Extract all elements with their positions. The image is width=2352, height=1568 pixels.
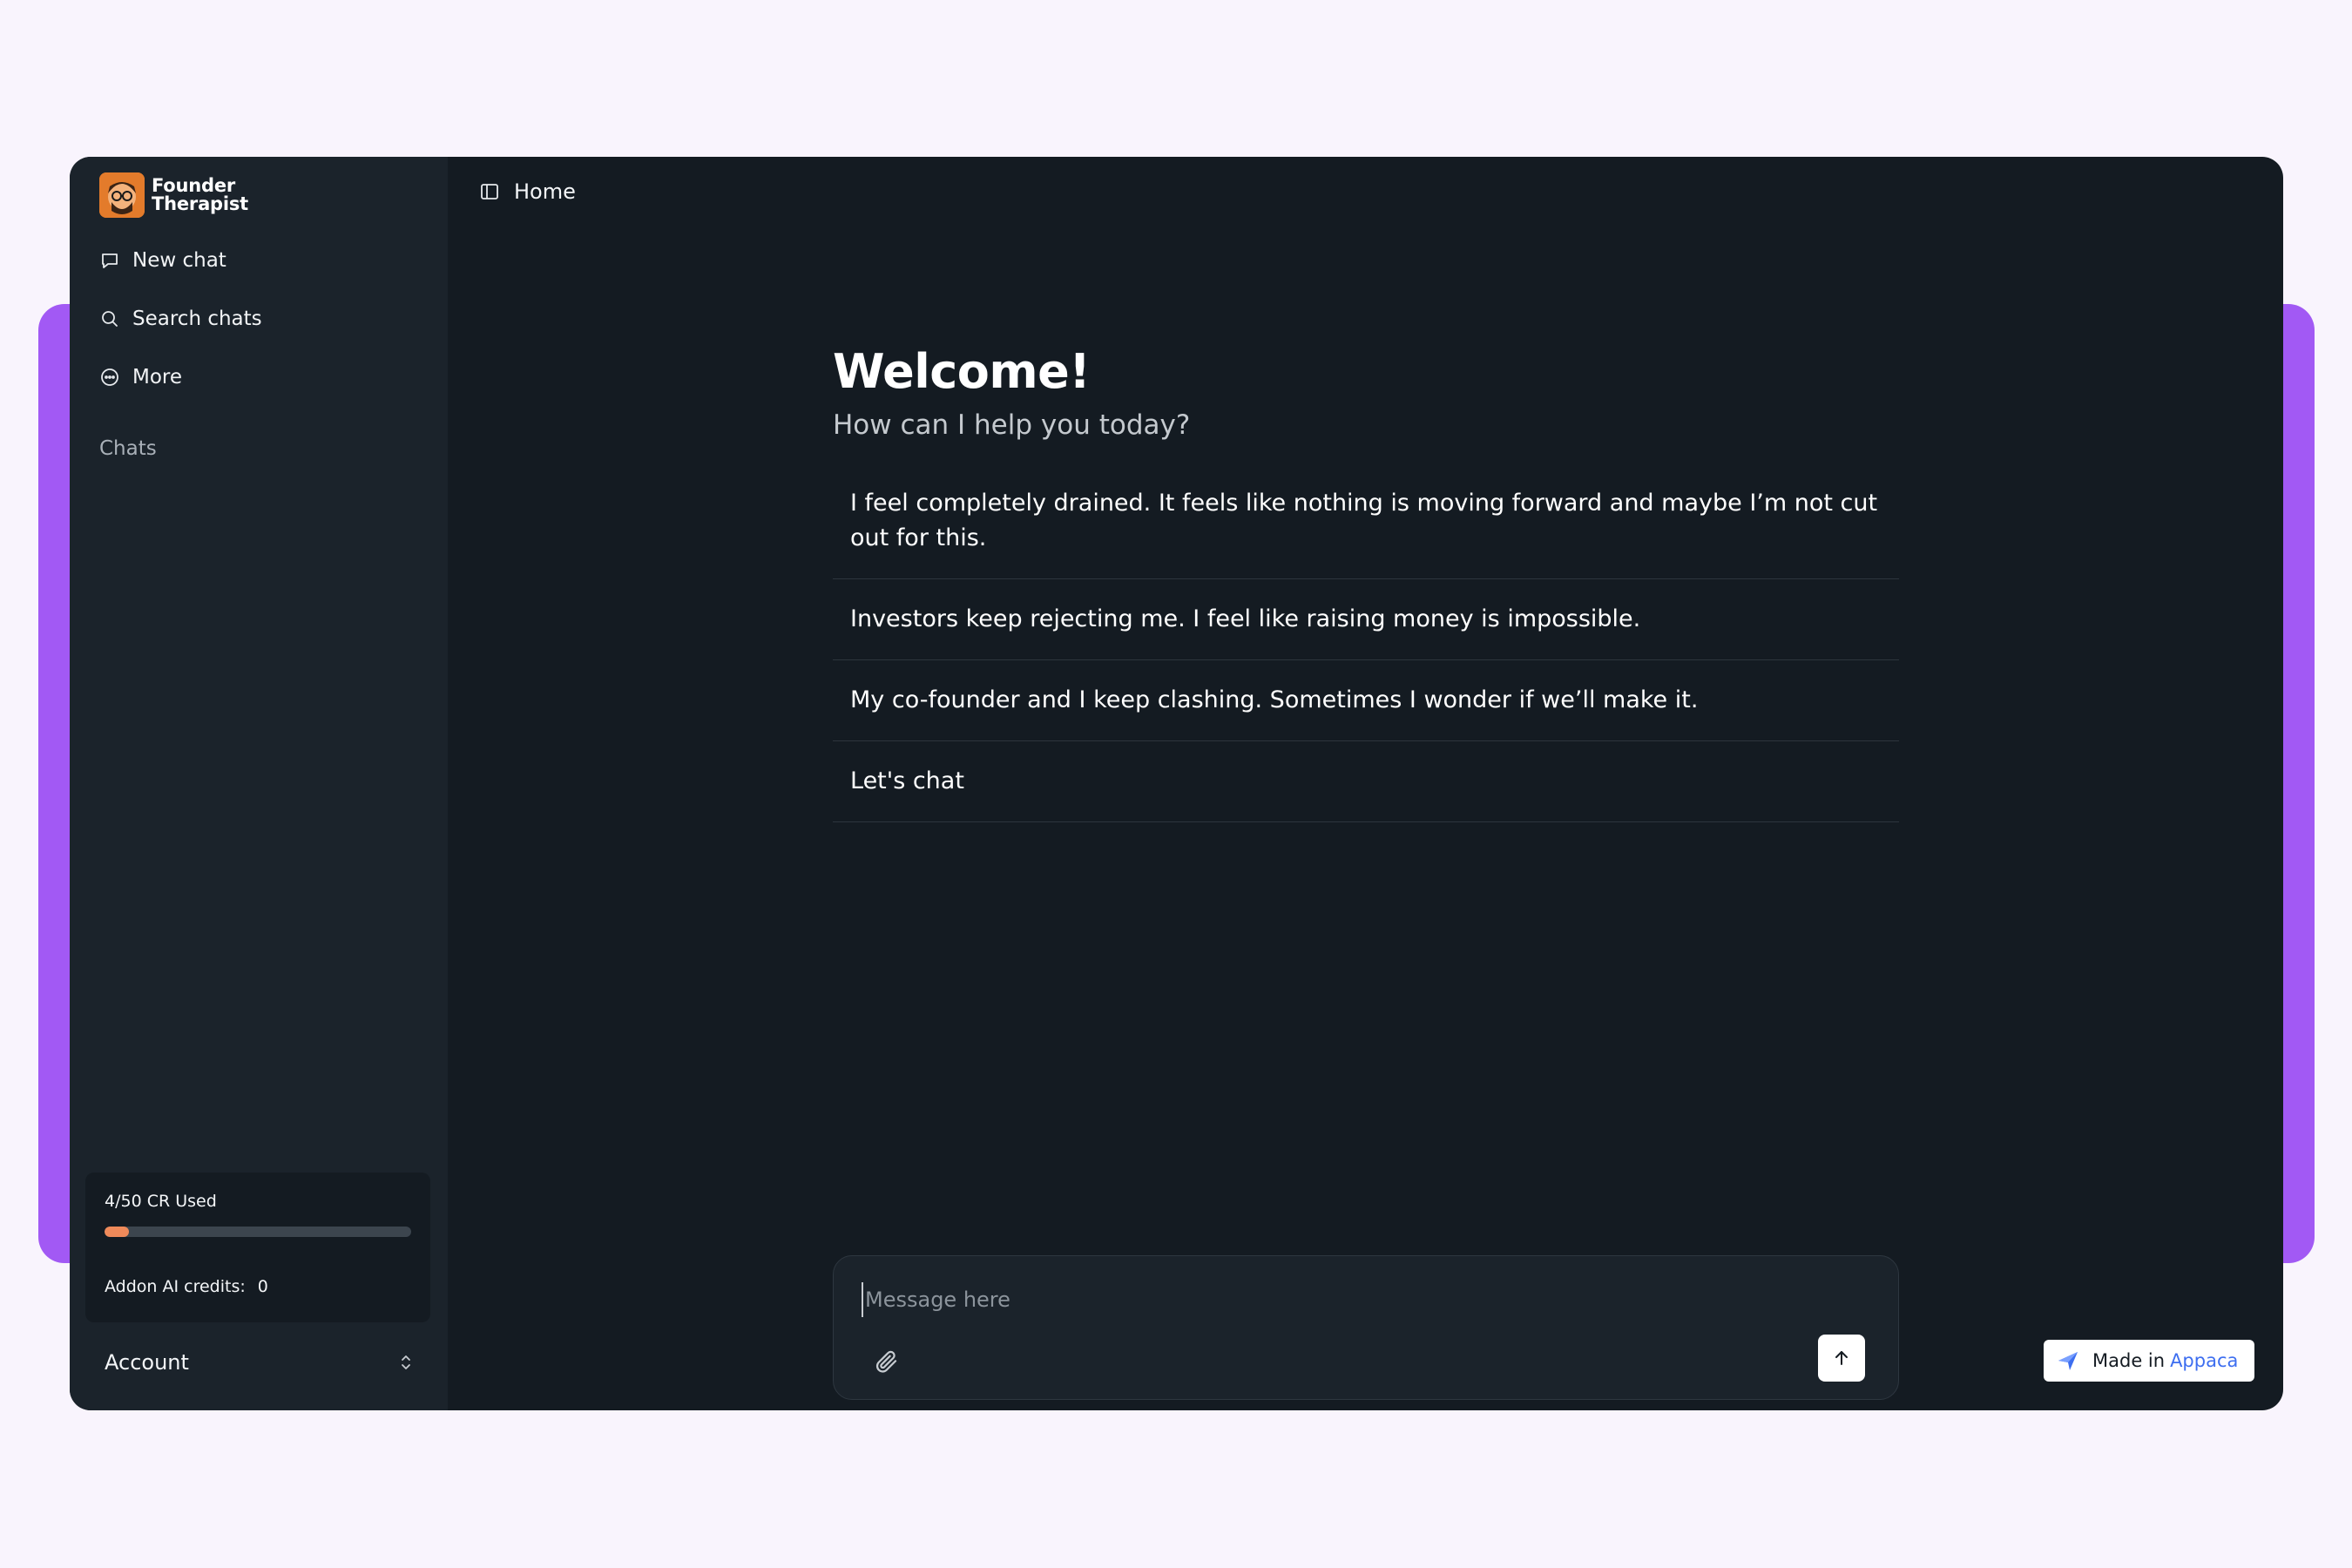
credits-used-label: 4/50 CR Used: [105, 1192, 217, 1211]
appaca-logo-icon: [2058, 1352, 2078, 1370]
more-button[interactable]: More: [99, 366, 182, 389]
suggestion-item[interactable]: Investors keep rejecting me. I feel like…: [833, 579, 1899, 660]
credits-card: 4/50 CR Used Addon AI credits: 0: [85, 1173, 430, 1322]
send-button[interactable]: [1818, 1335, 1865, 1382]
suggestion-item[interactable]: My co-founder and I keep clashing. Somet…: [833, 660, 1899, 741]
addon-credits-value: 0: [257, 1277, 268, 1296]
message-input[interactable]: [862, 1282, 1855, 1317]
more-circle-icon: [101, 368, 118, 386]
new-chat-label: New chat: [132, 249, 226, 272]
more-label: More: [132, 366, 183, 389]
made-in-label: Made in: [2092, 1350, 2166, 1371]
credits-progress-fill: [105, 1227, 130, 1237]
chat-bubble-icon: [102, 253, 118, 268]
search-chats-label: Search chats: [132, 308, 262, 330]
app-window: Founder Therapist New chat Search chats: [70, 157, 2283, 1410]
appaca-brand-label: Appaca: [2170, 1350, 2239, 1371]
account-label: Account: [105, 1350, 189, 1375]
search-icon: [102, 311, 118, 327]
paperclip-icon[interactable]: [874, 1348, 900, 1375]
made-in-appaca-badge[interactable]: Made in Appaca: [2044, 1340, 2254, 1382]
chats-heading: Chats: [99, 437, 157, 460]
page: Founder Therapist New chat Search chats: [0, 0, 2352, 1568]
page-title: Welcome!: [833, 344, 1091, 399]
main-area: Home Welcome! How can I help you today? …: [448, 157, 2283, 1410]
addon-credits-row: Addon AI credits: 0: [105, 1277, 411, 1296]
account-menu-button[interactable]: Account: [105, 1350, 415, 1375]
brand-line-2: Therapist: [152, 193, 249, 214]
brand-line-1: Founder: [152, 175, 236, 196]
breadcrumb-home: Home: [514, 179, 576, 204]
breadcrumb: Home: [479, 179, 576, 204]
suggestion-item[interactable]: I feel completely drained. It feels like…: [833, 463, 1899, 579]
brand-name: Founder Therapist: [152, 177, 248, 213]
suggestion-list: I feel completely drained. It feels like…: [833, 463, 1899, 822]
page-subtitle: How can I help you today?: [833, 409, 1191, 441]
addon-credits-label: Addon AI credits:: [105, 1277, 246, 1296]
suggestion-item[interactable]: Let's chat: [833, 741, 1899, 822]
message-composer: [833, 1255, 1899, 1400]
welcome-section: Welcome! How can I help you today? I fee…: [833, 344, 1899, 822]
chevron-up-down-icon: [402, 1355, 410, 1369]
search-chats-button[interactable]: Search chats: [99, 308, 262, 330]
new-chat-button[interactable]: New chat: [99, 249, 226, 272]
brand[interactable]: Founder Therapist: [99, 172, 248, 218]
founder-avatar-logo: [99, 172, 145, 218]
credits-progress-bar: [105, 1227, 411, 1237]
sidebar: Founder Therapist New chat Search chats: [70, 157, 448, 1410]
sidebar-toggle-icon[interactable]: [479, 181, 500, 202]
arrow-up-icon: [1835, 1351, 1848, 1365]
